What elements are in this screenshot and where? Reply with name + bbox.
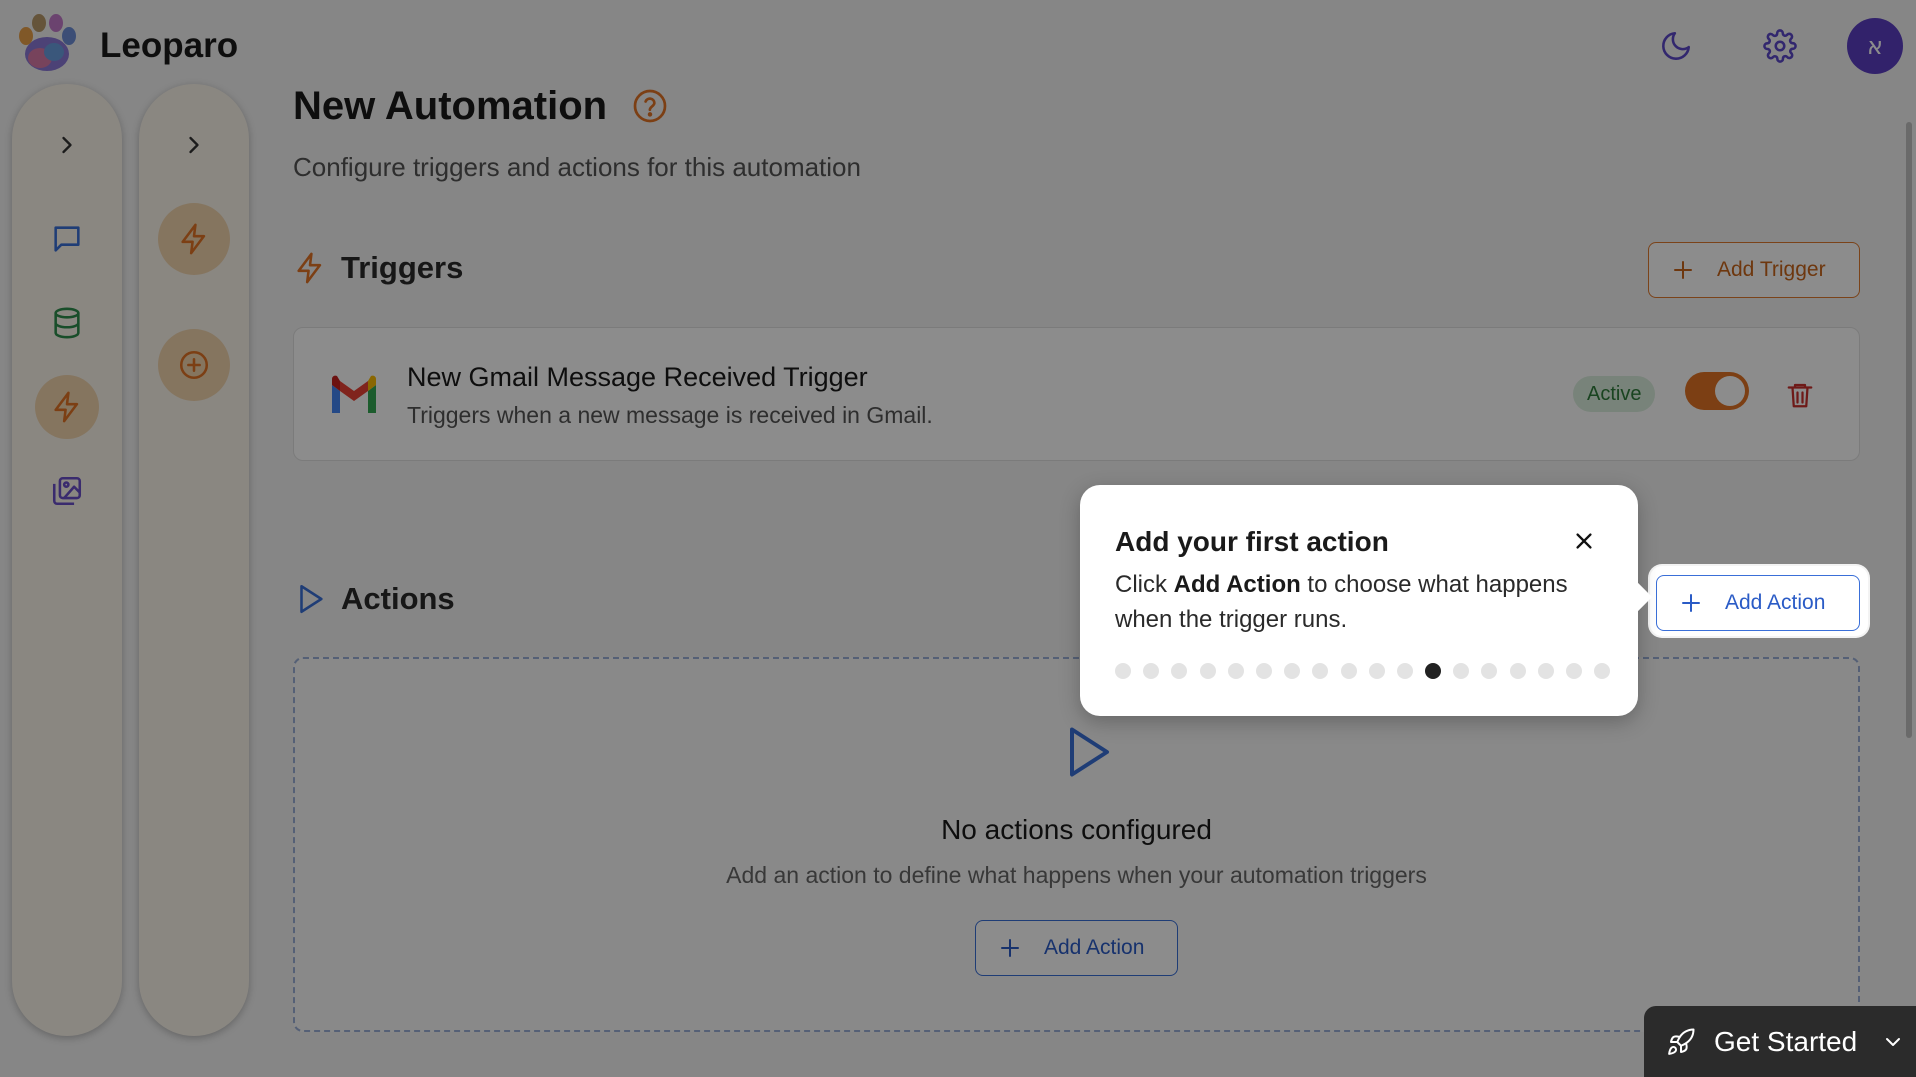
play-icon: [300, 584, 323, 614]
plus-icon: [1682, 594, 1700, 612]
primary-sidebar: [12, 84, 122, 1036]
close-icon: [1576, 533, 1592, 549]
tour-step-dot[interactable]: [1199, 663, 1216, 679]
tour-step-dot[interactable]: [1255, 663, 1272, 679]
expand-secondary-sidebar-button[interactable]: [162, 113, 226, 177]
tour-step-dot[interactable]: [1115, 663, 1131, 679]
get-started-label: Get Started: [1714, 1025, 1858, 1057]
chat-icon: [54, 226, 80, 252]
rocket-icon: [1668, 1027, 1695, 1055]
get-started-panel[interactable]: Get Started: [1644, 1006, 1916, 1077]
help-icon[interactable]: [632, 88, 668, 124]
add-action-label: Add Action: [1044, 936, 1145, 959]
actions-heading: Actions: [293, 581, 455, 617]
plus-circle-icon: [179, 350, 209, 380]
triggers-heading-label: Triggers: [341, 250, 464, 285]
tour-step-dot[interactable]: [1312, 663, 1329, 679]
sidebar-item-database[interactable]: [35, 291, 99, 355]
tour-step-dot[interactable]: [1425, 663, 1442, 679]
empty-state-title: No actions configured: [941, 814, 1212, 845]
tour-step-dot[interactable]: [1594, 663, 1611, 679]
tour-title: Add your first action: [1115, 526, 1389, 557]
tour-progress-dots: [1115, 663, 1611, 679]
tour-step-dot[interactable]: [1340, 663, 1357, 679]
app-header: Leoparo א: [0, 0, 1916, 90]
page-subtitle: Configure triggers and actions for this …: [293, 152, 861, 182]
trigger-enabled-toggle[interactable]: [1685, 372, 1749, 410]
lightning-icon: [181, 223, 206, 255]
add-trigger-button[interactable]: Add Trigger: [1648, 242, 1860, 298]
tour-step-dot[interactable]: [1453, 663, 1470, 679]
lightning-icon: [297, 252, 322, 284]
trigger-card: New Gmail Message Received Trigger Trigg…: [293, 327, 1860, 461]
tour-step-dot[interactable]: [1171, 663, 1188, 679]
tour-body: Click Add Action to choose what happens …: [1115, 567, 1615, 637]
close-tour-button[interactable]: [1566, 523, 1602, 559]
brand-name: Leoparo: [100, 26, 239, 65]
tooltip-arrow: [1623, 582, 1653, 612]
gear-icon[interactable]: [1756, 22, 1804, 70]
status-badge: Active: [1573, 376, 1656, 412]
moon-icon[interactable]: [1652, 22, 1700, 70]
toggle-knob: [1715, 376, 1745, 406]
tour-body-emphasis: Add Action: [1173, 571, 1301, 598]
tour-step-dot[interactable]: [1284, 663, 1301, 679]
leoparo-logo: [19, 14, 76, 71]
plus-icon: [1674, 261, 1692, 279]
chevron-down-icon: [1886, 1037, 1901, 1046]
add-trigger-label: Add Trigger: [1717, 258, 1826, 281]
sidebar-item-gallery[interactable]: [35, 459, 99, 523]
gmail-icon: [332, 375, 376, 413]
database-icon: [54, 307, 80, 339]
expand-sidebar-button[interactable]: [35, 113, 99, 177]
lightning-icon: [54, 391, 79, 423]
page-title: New Automation: [293, 84, 608, 128]
add-action-label: Add Action: [1725, 591, 1826, 614]
sidebar-item-chat[interactable]: [35, 207, 99, 271]
chevron-right-icon: [62, 136, 72, 154]
triggers-heading: Triggers: [293, 250, 463, 286]
plus-icon: [1001, 939, 1019, 957]
tour-step-dot[interactable]: [1537, 663, 1554, 679]
tour-step-dot[interactable]: [1143, 663, 1160, 679]
add-action-button-empty-state[interactable]: Add Action: [975, 920, 1178, 976]
trash-icon[interactable]: [1785, 378, 1815, 412]
chevron-right-icon: [189, 136, 199, 154]
actions-heading-label: Actions: [341, 581, 455, 616]
tour-body-prefix: Click: [1115, 571, 1174, 598]
sidebar-item-automations[interactable]: [35, 375, 99, 439]
secondary-sidebar: [139, 84, 249, 1036]
tour-step-dot[interactable]: [1227, 663, 1244, 679]
sidebar-item-current-automation[interactable]: [158, 203, 230, 275]
add-action-button[interactable]: Add Action: [1656, 575, 1860, 631]
tour-step-dot[interactable]: [1509, 663, 1526, 679]
empty-state-description: Add an action to define what happens whe…: [726, 862, 1427, 888]
trigger-description: Triggers when a new message is received …: [407, 402, 933, 428]
tour-step-dot[interactable]: [1396, 663, 1413, 679]
tour-step-dot[interactable]: [1368, 663, 1385, 679]
play-icon: [1070, 727, 1109, 777]
scrollbar[interactable]: [1906, 122, 1912, 738]
user-avatar[interactable]: א: [1847, 18, 1903, 74]
tour-step-dot[interactable]: [1481, 663, 1498, 679]
trigger-title: New Gmail Message Received Trigger: [407, 362, 868, 392]
gallery-icon: [52, 476, 82, 506]
tour-tooltip: Add your first action Click Add Action t…: [1080, 485, 1653, 716]
new-automation-button[interactable]: [158, 329, 230, 401]
tour-step-dot[interactable]: [1566, 663, 1582, 679]
